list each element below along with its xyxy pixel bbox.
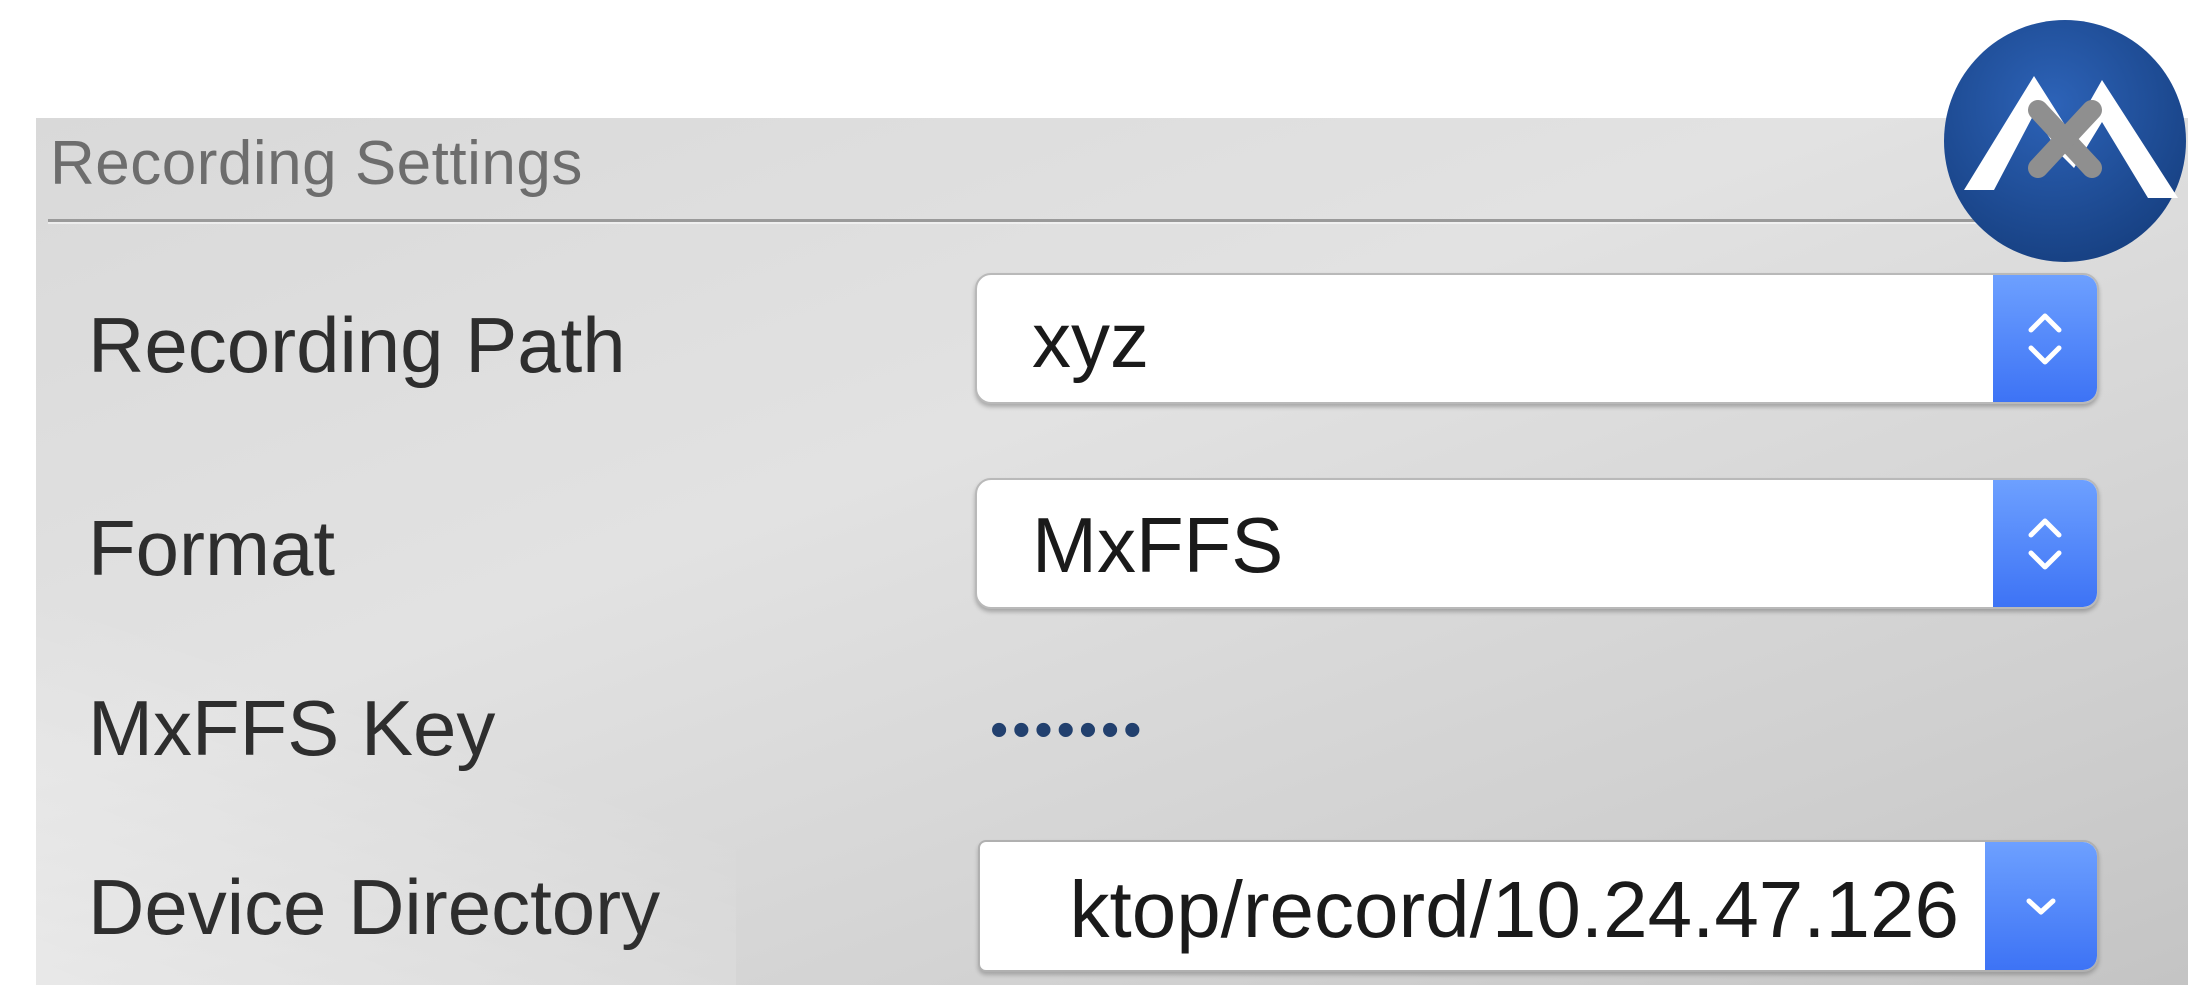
recording-settings-window: Recording Settings Recording Path xyz Fo…: [0, 0, 2188, 985]
recording-path-label: Recording Path: [88, 301, 626, 389]
format-value: MxFFS: [1032, 501, 1284, 589]
section-divider: [48, 219, 2033, 222]
device-directory-value[interactable]: ktop/record/10.24.47.126: [1069, 864, 1959, 956]
format-stepper[interactable]: [1993, 480, 2097, 607]
mxffs-key-masked-field[interactable]: •••••••: [990, 700, 1145, 760]
device-directory-label: Device Directory: [88, 863, 661, 951]
recording-path-stepper[interactable]: [1993, 275, 2097, 402]
recording-path-value: xyz: [1032, 296, 1149, 384]
format-select[interactable]: MxFFS: [975, 478, 2099, 609]
format-label: Format: [88, 504, 336, 592]
mxffs-key-label: MxFFS Key: [88, 684, 496, 772]
mobotix-logo-icon: [1944, 20, 2186, 262]
recording-path-select[interactable]: xyz: [975, 273, 2099, 404]
up-down-chevron-icon: [2028, 518, 2062, 569]
chevron-down-icon: [2026, 898, 2056, 915]
device-directory-combobox[interactable]: ktop/record/10.24.47.126: [978, 840, 2099, 972]
device-directory-dropdown-button[interactable]: [1985, 842, 2097, 970]
up-down-chevron-icon: [2028, 313, 2062, 364]
section-title: Recording Settings: [50, 129, 583, 198]
